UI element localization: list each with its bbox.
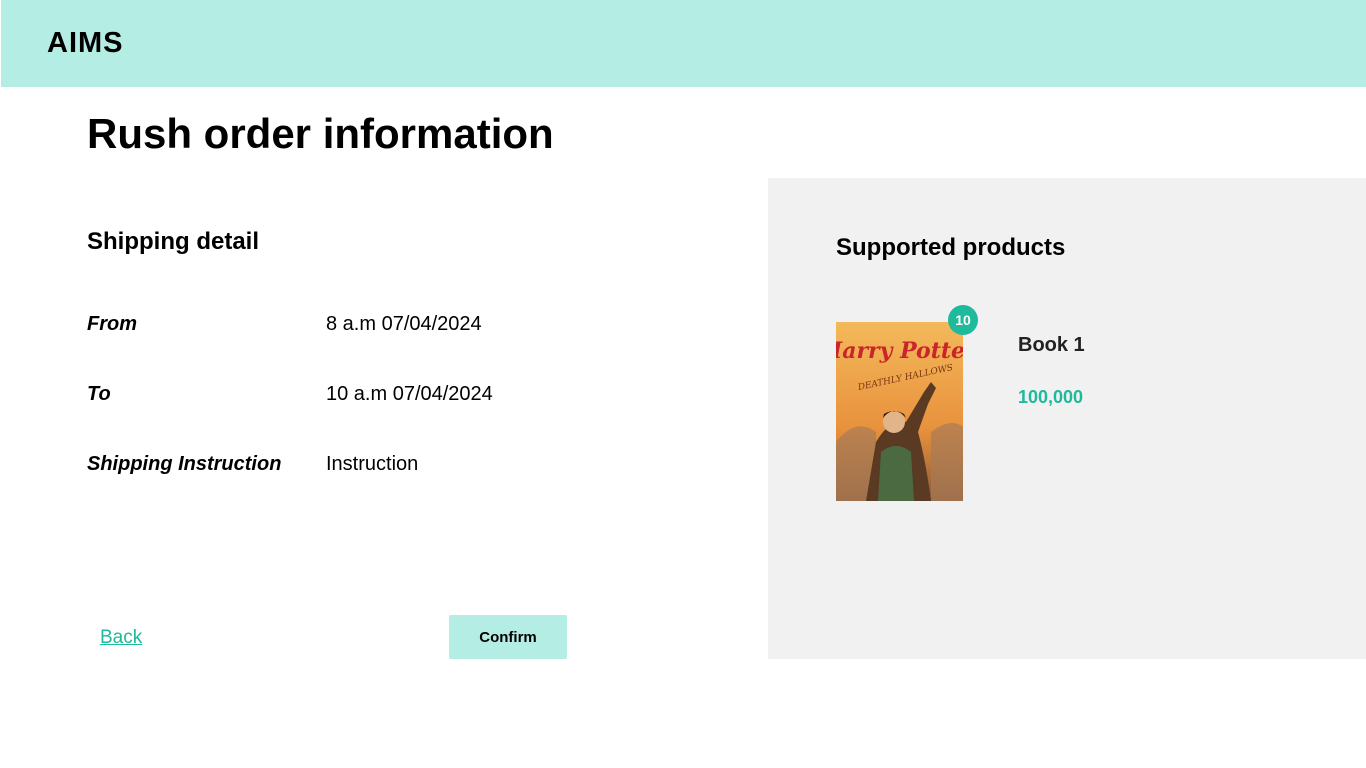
cover-title-text: Harry Potter [836, 338, 963, 364]
supported-products-panel: Supported products Harry Potter DEATHLY … [768, 178, 1366, 659]
product-name: Book 1 [1018, 334, 1085, 356]
from-label: From [87, 313, 137, 335]
shipping-detail-title: Shipping detail [87, 228, 259, 255]
back-link[interactable]: Back [100, 627, 142, 649]
confirm-button[interactable]: Confirm [449, 615, 567, 659]
to-value: 10 a.m 07/04/2024 [326, 383, 493, 405]
brand-logo[interactable]: AIMS [47, 27, 124, 60]
page-title: Rush order information [87, 110, 554, 157]
shipping-instruction-value: Instruction [326, 453, 419, 475]
from-value: 8 a.m 07/04/2024 [326, 313, 482, 335]
cover-title-art: Harry Potter DEATHLY HALLOWS [836, 338, 963, 390]
app-header: AIMS [1, 0, 1366, 87]
supported-products-title: Supported products [836, 234, 1066, 261]
product-cover-image: Harry Potter DEATHLY HALLOWS [836, 322, 963, 501]
shipping-instruction-label: Shipping Instruction [87, 453, 282, 475]
to-label: To [87, 383, 111, 405]
product-price: 100,000 [1018, 387, 1084, 407]
quantity-badge: 10 [948, 305, 978, 335]
cover-subtitle-text: DEATHLY HALLOWS [856, 363, 954, 390]
